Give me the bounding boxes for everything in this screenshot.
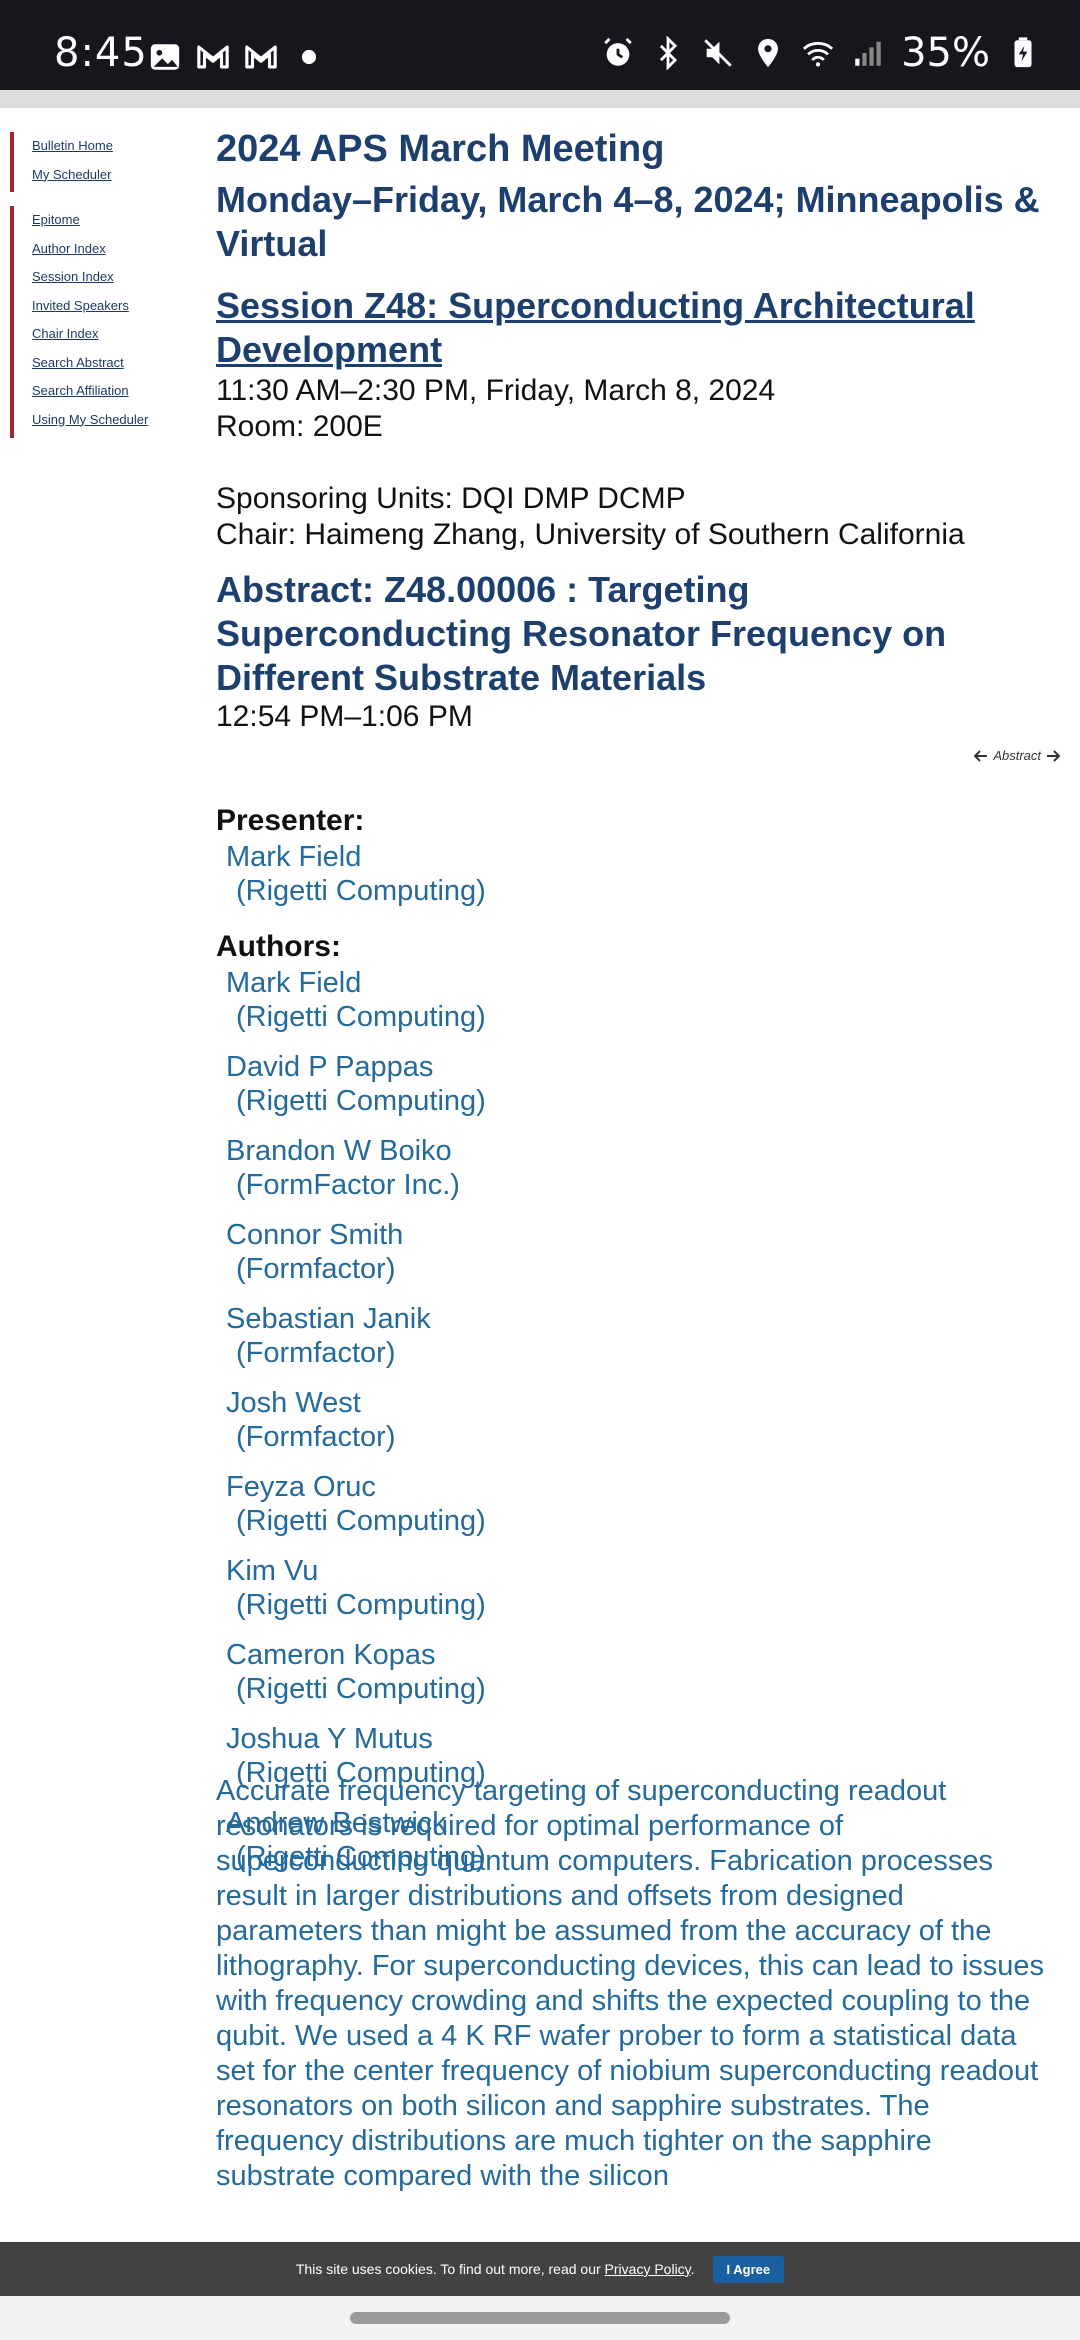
author-entry: Feyza Oruc (Rigetti Computing) bbox=[226, 1470, 486, 1538]
abstract-time: 12:54 PM–1:06 PM bbox=[216, 700, 473, 733]
sidebar-link-chair-index[interactable]: Chair Index bbox=[32, 320, 148, 349]
cookie-banner: This site uses cookies. To find out more… bbox=[0, 2242, 1080, 2296]
author-entry: Josh West (Formfactor) bbox=[226, 1386, 396, 1454]
author-entry: Mark Field (Rigetti Computing) bbox=[226, 966, 486, 1034]
author-affiliation: (Formfactor) bbox=[236, 1421, 396, 1453]
location-icon bbox=[758, 38, 779, 68]
sidebar-link-bulletin-home[interactable]: Bulletin Home bbox=[32, 132, 113, 161]
sidebar-link-session-index[interactable]: Session Index bbox=[32, 263, 148, 292]
privacy-policy-link[interactable]: Privacy Policy bbox=[605, 2261, 691, 2277]
status-time: 8:45 bbox=[54, 30, 148, 76]
presenter-label: Presenter: bbox=[216, 804, 365, 837]
author-affiliation: (Rigetti Computing) bbox=[236, 1673, 486, 1705]
author-name[interactable]: Josh West bbox=[226, 1386, 396, 1420]
author-affiliation: (Formfactor) bbox=[236, 1337, 396, 1369]
meeting-title: 2024 APS March Meeting bbox=[216, 128, 665, 170]
signal-icon bbox=[855, 41, 881, 66]
cookie-message: This site uses cookies. To find out more… bbox=[295, 2261, 605, 2277]
gmail-icon bbox=[197, 45, 229, 69]
battery-percent: 35% bbox=[901, 30, 990, 76]
author-affiliation: (Formfactor) bbox=[236, 1253, 396, 1285]
author-entry: David P Pappas (Rigetti Computing) bbox=[226, 1050, 486, 1118]
author-affiliation: (Rigetti Computing) bbox=[236, 1505, 486, 1537]
battery-icon bbox=[1014, 37, 1032, 68]
sidebar-link-search-abstract[interactable]: Search Abstract bbox=[32, 349, 148, 378]
system-icons: 35% bbox=[601, 30, 1040, 76]
gmail-icon bbox=[245, 45, 277, 69]
abstract-title: Abstract: Z48.00006 : Targeting Supercon… bbox=[216, 569, 947, 698]
agree-button[interactable]: I Agree bbox=[712, 2255, 785, 2283]
sidebar-link-search-affiliation[interactable]: Search Affiliation bbox=[32, 377, 148, 406]
sidebar-link-author-index[interactable]: Author Index bbox=[32, 235, 148, 264]
sidebar-link-invited-speakers[interactable]: Invited Speakers bbox=[32, 292, 148, 321]
session-room: Room: 200E bbox=[216, 410, 383, 443]
mute-icon bbox=[704, 39, 732, 67]
presenter-affiliation: (Rigetti Computing) bbox=[236, 875, 486, 907]
dot-icon bbox=[301, 49, 317, 65]
wifi-icon bbox=[802, 41, 834, 67]
presenter-name[interactable]: Mark Field bbox=[226, 840, 486, 874]
cookie-text: This site uses cookies. To find out more… bbox=[296, 2261, 695, 2277]
arrow-right-icon[interactable] bbox=[1046, 749, 1060, 762]
author-name[interactable]: Joshua Y Mutus bbox=[226, 1722, 486, 1756]
session-title-link[interactable]: Session Z48: Superconducting Architectur… bbox=[216, 284, 1016, 372]
sidebar-link-epitome[interactable]: Epitome bbox=[32, 206, 148, 235]
author-name[interactable]: Mark Field bbox=[226, 966, 486, 1000]
author-entry: Cameron Kopas (Rigetti Computing) bbox=[226, 1638, 486, 1706]
authors-label: Authors: bbox=[216, 930, 341, 963]
image-icon bbox=[150, 44, 180, 70]
presenter-entry: Mark Field (Rigetti Computing) bbox=[226, 840, 486, 908]
author-entry: Sebastian Janik (Formfactor) bbox=[226, 1302, 431, 1370]
author-name[interactable]: Cameron Kopas bbox=[226, 1638, 486, 1672]
author-name[interactable]: David P Pappas bbox=[226, 1050, 486, 1084]
session-time: 11:30 AM–2:30 PM, Friday, March 8, 2024 bbox=[216, 374, 776, 407]
sidebar-group-primary: Bulletin Home My Scheduler bbox=[10, 132, 113, 192]
sidebar-link-using-my-scheduler[interactable]: Using My Scheduler bbox=[32, 406, 148, 435]
abstract-nav: Abstract bbox=[974, 748, 1060, 763]
author-entry: Kim Vu (Rigetti Computing) bbox=[226, 1554, 486, 1622]
session-chair: Chair: Haimeng Zhang, University of Sout… bbox=[216, 518, 965, 551]
sidebar-group-indexes: Epitome Author Index Session Index Invit… bbox=[10, 206, 148, 438]
abstract-nav-label: Abstract bbox=[993, 748, 1041, 763]
author-affiliation: (Rigetti Computing) bbox=[236, 1001, 486, 1033]
bluetooth-icon bbox=[660, 36, 678, 70]
author-name[interactable]: Kim Vu bbox=[226, 1554, 486, 1588]
browser-top-strip bbox=[0, 90, 1080, 108]
author-name[interactable]: Sebastian Janik bbox=[226, 1302, 431, 1336]
notification-icons bbox=[148, 40, 326, 74]
author-affiliation: (Rigetti Computing) bbox=[236, 1589, 486, 1621]
home-gesture-handle[interactable] bbox=[350, 2312, 730, 2324]
author-entry: Connor Smith (Formfactor) bbox=[226, 1218, 403, 1286]
alarm-icon bbox=[604, 37, 632, 66]
status-bar: 8:45 35% bbox=[0, 0, 1080, 90]
author-affiliation: (Rigetti Computing) bbox=[236, 1085, 486, 1117]
abstract-body: Accurate frequency targeting of supercon… bbox=[216, 1775, 1045, 2192]
author-name[interactable]: Brandon W Boiko bbox=[226, 1134, 460, 1168]
author-affiliation: (FormFactor Inc.) bbox=[236, 1169, 460, 1201]
author-name[interactable]: Connor Smith bbox=[226, 1218, 403, 1252]
sidebar-link-my-scheduler[interactable]: My Scheduler bbox=[32, 161, 113, 190]
author-name[interactable]: Feyza Oruc bbox=[226, 1470, 486, 1504]
author-entry: Brandon W Boiko (FormFactor Inc.) bbox=[226, 1134, 460, 1202]
system-nav-bar bbox=[0, 2296, 1080, 2340]
sponsoring-units: Sponsoring Units: DQI DMP DCMP bbox=[216, 482, 686, 515]
cookie-period: . bbox=[690, 2261, 695, 2277]
arrow-left-icon[interactable] bbox=[974, 749, 988, 762]
meeting-dates: Monday–Friday, March 4–8, 2024; Minneapo… bbox=[216, 179, 1040, 264]
